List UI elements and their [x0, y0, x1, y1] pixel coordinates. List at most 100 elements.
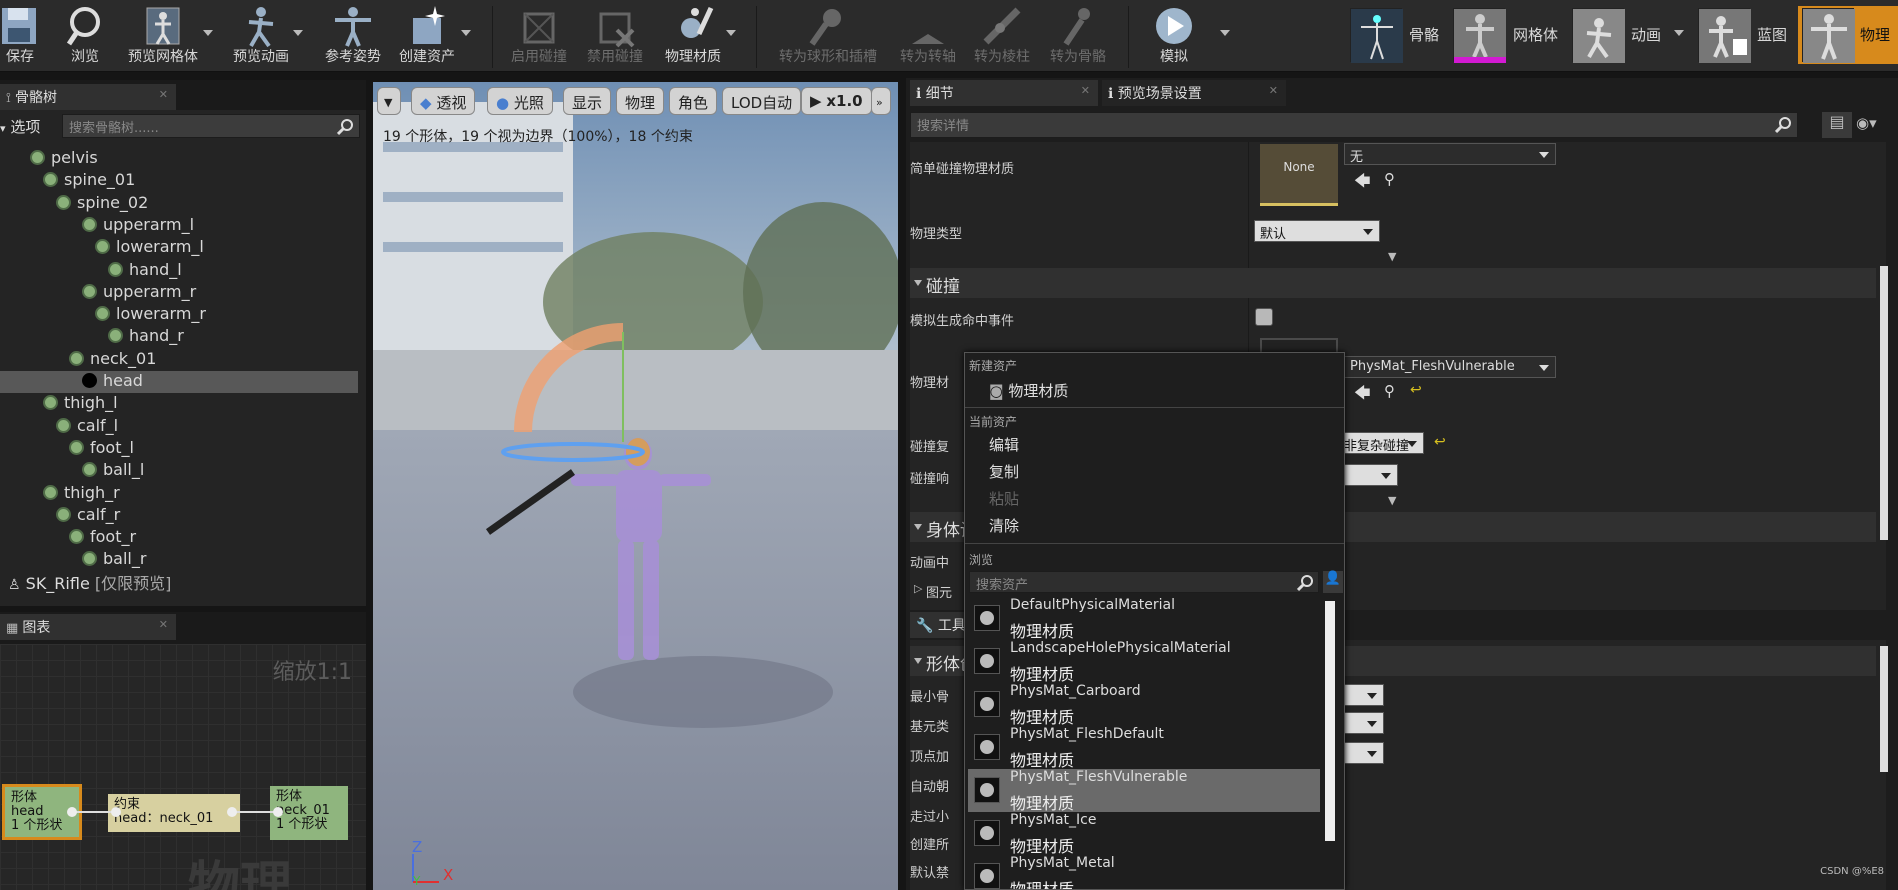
asset-item[interactable]: PhysMat_Ice 物理材质 [968, 812, 1320, 856]
material-thumbnail[interactable]: None [1260, 144, 1338, 206]
details-search-input[interactable]: 搜索详情 [910, 112, 1798, 138]
physics-mode-tab[interactable]: 物理 [1798, 6, 1898, 64]
asset-item[interactable]: LandscapeHolePhysicalMaterial 物理材质 [968, 640, 1320, 684]
tab-skeleton-tree[interactable]: ⟟ 骨骼树 ✕ [0, 84, 176, 110]
viewport-more-button[interactable]: » [871, 87, 891, 115]
tab-close-icon[interactable]: ✕ [159, 618, 168, 631]
options-button[interactable]: ▾ 选项 [0, 116, 40, 137]
lod-button[interactable]: LOD自动 [722, 87, 802, 115]
tab-graph[interactable]: ▦ 图表 ✕ [0, 614, 176, 640]
details-scrollbar[interactable] [1880, 266, 1888, 540]
skeleton-search-input[interactable]: 搜索骨骼树...... [62, 114, 360, 138]
disable-collision-button[interactable]: 禁用碰撞 [582, 0, 648, 72]
convert-skeletal-button[interactable]: 转为骨骼 [1046, 0, 1110, 72]
visibility-button[interactable]: ◉▾ [1856, 114, 1877, 132]
collision-section-header[interactable]: 碰撞 [910, 268, 1876, 298]
physics-view-button[interactable]: 物理 [616, 87, 665, 115]
bone-item-upperarm-r[interactable]: upperarm_r [0, 282, 358, 304]
collision-complexity-combo[interactable]: 非复杂碰撞 [1338, 432, 1424, 454]
convert-prismatic-button[interactable]: 转为棱柱 [970, 0, 1034, 72]
viewport[interactable]: ▼ ◆ 透视 ● 光照 显示 物理 角色 LOD自动 ▶ x1.0 » 19 个… [373, 82, 898, 890]
viewport-options-button[interactable]: ▼ [377, 87, 401, 115]
preview-animation-button[interactable]: 预览动画 [226, 0, 296, 72]
tab-close-icon[interactable]: ✕ [159, 88, 168, 101]
blueprint-mode-thumb[interactable] [1698, 8, 1751, 63]
save-button[interactable]: 保存 [0, 0, 40, 72]
character-button[interactable]: 角色 [669, 87, 718, 115]
paste-menu-item[interactable]: 粘贴 [965, 485, 1344, 511]
graph-canvas[interactable]: 缩放1:1 物理 形体 head 1 个形状 约束 head：neck_01 形… [0, 644, 366, 890]
bone-item-thigh-l[interactable]: thigh_l [0, 393, 358, 415]
simple-material-combo[interactable]: 无 [1344, 143, 1556, 165]
simulate-dropdown-icon[interactable] [1220, 30, 1230, 36]
reset-to-default-icon[interactable]: ↩ [1434, 434, 1446, 450]
browse-magnifier-icon[interactable]: ⚲ [1384, 382, 1395, 400]
tab-preview-scene[interactable]: ℹ 预览场景设置 ✕ [1102, 80, 1286, 106]
use-selected-arrow-icon[interactable]: 🡄 [1354, 170, 1371, 197]
attached-mesh-item[interactable]: ♙ SK_Rifle [仅限预览] [8, 570, 171, 594]
skeleton-mode-label[interactable]: 骨骼 [1409, 24, 1439, 45]
edit-menu-item[interactable]: 编辑 [965, 431, 1344, 457]
tab-close-icon[interactable]: ✕ [1081, 84, 1090, 97]
tab-details[interactable]: ℹ 细节 ✕ [910, 80, 1098, 106]
physical-material-button[interactable]: 物理材质 [656, 0, 730, 72]
bone-item-spine-01[interactable]: spine_01 [0, 170, 358, 192]
skeleton-mode-thumb[interactable] [1350, 8, 1403, 63]
browse-button[interactable]: 浏览 [62, 0, 108, 72]
sim-hit-events-checkbox[interactable] [1255, 308, 1273, 326]
new-physical-material-item[interactable]: ◙ 物理材质 [965, 377, 1344, 403]
bone-item-hand-r[interactable]: hand_r [0, 326, 358, 348]
animation-mode-thumb[interactable] [1572, 8, 1625, 63]
clear-menu-item[interactable]: 清除 [965, 512, 1344, 538]
bone-item-head[interactable]: head [0, 371, 358, 393]
asset-view-options-button[interactable]: 👤 [1323, 571, 1343, 593]
enable-collision-button[interactable]: 启用碰撞 [506, 0, 572, 72]
expand-advanced-icon[interactable]: ▼ [1388, 494, 1396, 507]
bone-item-ball-r[interactable]: ball_r [0, 549, 358, 571]
use-selected-arrow-icon[interactable]: 🡄 [1354, 382, 1371, 409]
bone-item-upperarm-l[interactable]: upperarm_l [0, 215, 358, 237]
convert-sphyl-button[interactable]: 转为球形和插槽 [772, 0, 884, 72]
physical-material-dropdown-icon[interactable] [726, 30, 736, 36]
asset-list-scrollbar[interactable] [1325, 601, 1335, 841]
asset-item[interactable]: DefaultPhysicalMaterial 物理材质 [968, 597, 1320, 641]
bone-item-calf-l[interactable]: calf_l [0, 416, 358, 438]
preview-mesh-dropdown-icon[interactable] [203, 30, 213, 36]
asset-item[interactable]: PhysMat_FleshDefault 物理材质 [968, 726, 1320, 770]
lighting-button[interactable]: ● 光照 [487, 87, 553, 115]
mesh-mode-label[interactable]: 网格体 [1513, 24, 1558, 45]
bone-item-ball-l[interactable]: ball_l [0, 460, 358, 482]
bone-item-neck-01[interactable]: neck_01 [0, 349, 358, 371]
asset-item[interactable]: PhysMat_Metal 物理材质 [968, 855, 1320, 889]
blueprint-mode-label[interactable]: 蓝图 [1757, 24, 1787, 45]
animation-mode-label[interactable]: 动画 [1631, 24, 1661, 45]
bone-item-spine-02[interactable]: spine_02 [0, 193, 358, 215]
simulate-button[interactable]: 模拟 [1144, 0, 1204, 72]
bone-item-lowerarm-l[interactable]: lowerarm_l [0, 237, 358, 259]
asset-search-input[interactable]: 搜索资产 [969, 571, 1319, 593]
preview-animation-dropdown-icon[interactable] [293, 30, 303, 36]
tab-close-icon[interactable]: ✕ [1269, 84, 1278, 97]
bone-item-calf-r[interactable]: calf_r [0, 505, 358, 527]
bone-item-hand-l[interactable]: hand_l [0, 260, 358, 282]
create-asset-dropdown-icon[interactable] [461, 30, 471, 36]
browse-magnifier-icon[interactable]: ⚲ [1384, 170, 1395, 188]
bone-item-pelvis[interactable]: pelvis [0, 148, 358, 170]
expand-advanced-icon[interactable]: ▼ [1388, 250, 1396, 263]
physics-type-combo[interactable]: 默认 [1254, 220, 1380, 242]
preview-mesh-button[interactable]: 预览网格体 [122, 0, 204, 72]
reference-pose-button[interactable]: 参考姿势 [316, 0, 390, 72]
asset-item[interactable]: PhysMat_Carboard 物理材质 [968, 683, 1320, 727]
animation-mode-dropdown-icon[interactable] [1674, 30, 1684, 36]
bone-item-foot-r[interactable]: foot_r [0, 527, 358, 549]
bone-item-thigh-r[interactable]: thigh_r [0, 483, 358, 505]
perspective-button[interactable]: ◆ 透视 [411, 87, 476, 115]
create-asset-button[interactable]: 创建资产 [392, 0, 462, 72]
tools-scrollbar[interactable] [1880, 646, 1888, 772]
reset-to-default-icon[interactable]: ↩ [1410, 382, 1422, 398]
speed-button[interactable]: ▶ x1.0 [801, 87, 872, 115]
show-button[interactable]: 显示 [563, 87, 612, 115]
convert-hinge-button[interactable]: 转为转轴 [896, 0, 960, 72]
mesh-mode-thumb[interactable] [1453, 8, 1506, 63]
expand-arrow-icon[interactable]: ▷ [914, 582, 922, 595]
